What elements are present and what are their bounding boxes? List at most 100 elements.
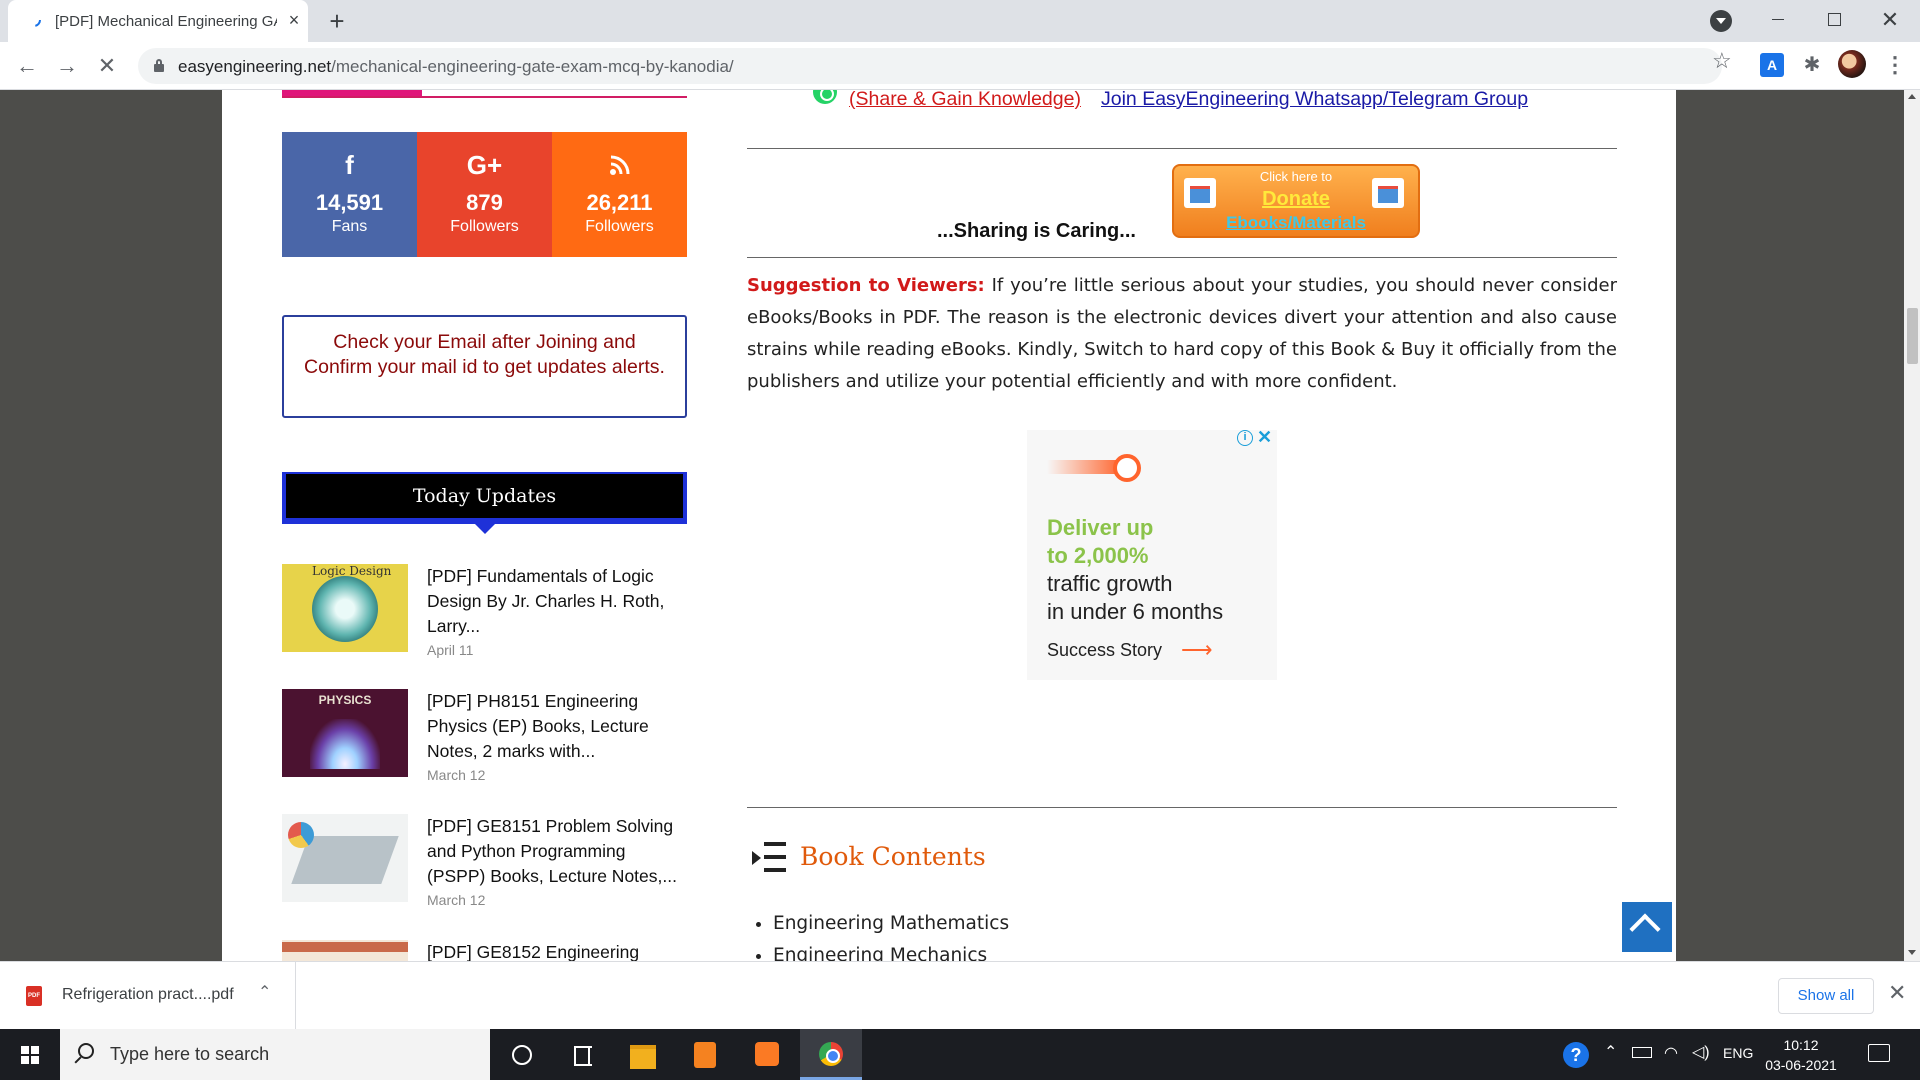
- sublime-text-icon[interactable]: [674, 1029, 736, 1080]
- chrome-icon[interactable]: [800, 1029, 862, 1080]
- rss-button[interactable]: 26,211 Followers: [552, 132, 687, 257]
- notification-icon[interactable]: [1868, 1044, 1890, 1062]
- post-title-link[interactable]: [PDF] Fundamentals of Logic Design By Jr…: [427, 564, 687, 639]
- start-button[interactable]: [0, 1029, 60, 1080]
- facebook-button[interactable]: f 14,591 Fans: [282, 132, 417, 257]
- divider: [747, 807, 1617, 808]
- post-title-link[interactable]: [PDF] GE8151 Problem Solving and Python …: [427, 814, 687, 889]
- post-thumbnail[interactable]: [282, 814, 408, 902]
- url-path: /mechanical-engineering-gate-exam-mcq-by…: [331, 57, 734, 76]
- extension-icon[interactable]: A: [1760, 53, 1784, 77]
- search-placeholder: Type here to search: [110, 1044, 270, 1064]
- browser-tab[interactable]: [PDF] Mechanical Engineering GATE Exam M…: [8, 0, 308, 42]
- post-thumbnail[interactable]: [282, 940, 408, 961]
- post-title-link[interactable]: [PDF] PH8151 Engineering Physics (EP) Bo…: [427, 689, 687, 764]
- cortana-icon[interactable]: [490, 1029, 552, 1080]
- list-item[interactable]: Logic Design [PDF] Fundamentals of Logic…: [282, 564, 687, 674]
- loading-icon: [27, 13, 41, 27]
- back-arrow-icon[interactable]: ←: [12, 51, 42, 81]
- windows-logo-icon: [21, 1046, 39, 1064]
- email-notice: Check your Email after Joining and Confi…: [282, 315, 687, 418]
- page-scrollbar[interactable]: [1904, 90, 1920, 961]
- ad-close-icon[interactable]: ✕: [1257, 427, 1272, 448]
- browser-toolbar: ← → ✕ easyengineering.net/mechanical-eng…: [0, 42, 1920, 90]
- post-date: March 12: [427, 892, 486, 908]
- ad-info-icon[interactable]: i: [1237, 430, 1253, 446]
- rss-count: 26,211: [586, 190, 653, 215]
- scroll-up-icon[interactable]: [1908, 94, 1916, 99]
- list-item[interactable]: [PDF] GE8151 Problem Solving and Python …: [282, 814, 687, 924]
- forward-arrow-icon[interactable]: →: [52, 51, 82, 81]
- help-icon[interactable]: ?: [1563, 1042, 1589, 1068]
- tab-title: [PDF] Mechanical Engineering GATE Exam M…: [55, 13, 277, 30]
- pdf-file-icon: PDF: [26, 986, 42, 1006]
- tab-search-icon[interactable]: [1710, 10, 1732, 32]
- volume-icon[interactable]: ◁): [1692, 1042, 1710, 1062]
- donate-button[interactable]: Click here to Donate Ebooks/Materials: [1172, 164, 1420, 238]
- wifi-icon[interactable]: ◠: [1664, 1043, 1678, 1063]
- url-text[interactable]: easyengineering.net/mechanical-engineeri…: [178, 57, 734, 77]
- facebook-label: Fans: [331, 218, 368, 235]
- book-contents-title: Book Contents: [800, 842, 986, 871]
- language-indicator[interactable]: ENG: [1723, 1045, 1753, 1061]
- list-item[interactable]: [PDF] GE8152 Engineering: [282, 940, 687, 961]
- search-icon: [78, 1043, 94, 1059]
- clock-date: 03-06-2021: [1765, 1057, 1837, 1073]
- file-explorer-icon[interactable]: [612, 1029, 674, 1080]
- tab-close-icon[interactable]: ×: [284, 10, 304, 30]
- profile-avatar[interactable]: [1838, 50, 1866, 78]
- taskbar-search[interactable]: Type here to search: [60, 1029, 490, 1080]
- new-tab-button[interactable]: +: [322, 6, 352, 36]
- whatsapp-icon: [813, 90, 837, 104]
- list-item[interactable]: PHYSICS [PDF] PH8151 Engineering Physics…: [282, 689, 687, 799]
- windows-taskbar: Type here to search ? ⌃ ◠ ◁) ENG 10:12 0…: [0, 1029, 1920, 1080]
- google-plus-button[interactable]: G+ 879 Followers: [417, 132, 552, 257]
- donate-sub-label: Ebooks/Materials: [1226, 213, 1366, 232]
- battery-icon[interactable]: [1632, 1047, 1652, 1058]
- google-plus-label: Followers: [450, 218, 519, 235]
- today-updates-title: Today Updates: [286, 474, 683, 518]
- advertisement[interactable]: i ✕ Deliver up to 2,000% traffic growth …: [1027, 427, 1277, 680]
- post-date: March 12: [427, 767, 486, 783]
- rss-icon: [552, 150, 687, 180]
- chevron-up-icon[interactable]: ⌃: [1604, 1042, 1617, 1062]
- ad-body: in under 6 months: [1047, 599, 1224, 624]
- divider: [747, 148, 1617, 149]
- system-clock[interactable]: 10:12 03-06-2021: [1760, 1035, 1842, 1075]
- menu-kebab-icon[interactable]: ⋮: [1884, 50, 1906, 80]
- post-thumbnail[interactable]: Logic Design: [282, 564, 408, 652]
- arrow-right-icon: ⟶: [1181, 637, 1213, 662]
- donate-label: Donate: [1262, 188, 1330, 210]
- minimize-button[interactable]: [1750, 0, 1806, 42]
- page-container: f 14,591 Fans G+ 879 Followers 26,211 Fo…: [222, 90, 1676, 961]
- close-window-button[interactable]: ✕: [1862, 0, 1918, 42]
- bookmark-star-icon[interactable]: ☆: [1712, 48, 1732, 74]
- chevron-up-icon[interactable]: ⌃: [258, 982, 271, 1002]
- share-link[interactable]: (Share & Gain Knowledge): [849, 90, 1081, 111]
- ad-cta-link[interactable]: Success Story: [1047, 640, 1162, 661]
- show-all-button[interactable]: Show all: [1778, 978, 1874, 1014]
- extensions-puzzle-icon[interactable]: ✱: [1800, 53, 1824, 77]
- join-group-link[interactable]: Join EasyEngineering Whatsapp/Telegram G…: [1101, 90, 1528, 111]
- thumbnail-label: PHYSICS: [318, 693, 372, 707]
- stop-loading-icon[interactable]: ✕: [92, 51, 122, 81]
- scroll-to-top-button[interactable]: [1622, 902, 1672, 952]
- scrollbar-thumb[interactable]: [1907, 308, 1918, 364]
- header-pointer: [475, 524, 495, 534]
- task-view-icon[interactable]: [552, 1029, 614, 1080]
- download-item[interactable]: PDF Refrigeration pract....pdf ⌃: [0, 962, 296, 1030]
- suggestion-label: Suggestion to Viewers:: [747, 275, 985, 296]
- page-viewport: f 14,591 Fans G+ 879 Followers 26,211 Fo…: [0, 90, 1904, 961]
- scroll-down-icon[interactable]: [1908, 950, 1916, 955]
- post-title-link[interactable]: [PDF] GE8152 Engineering: [427, 940, 687, 961]
- url-domain: easyengineering.net: [178, 57, 332, 76]
- maximize-button[interactable]: [1806, 0, 1862, 42]
- address-bar[interactable]: easyengineering.net/mechanical-engineeri…: [138, 48, 1722, 84]
- list-icon: [752, 842, 786, 872]
- today-updates-header: Today Updates: [282, 472, 687, 534]
- close-download-bar-icon[interactable]: ✕: [1888, 980, 1906, 1006]
- xampp-icon[interactable]: [736, 1029, 798, 1080]
- list-item: Engineering Mathematics: [773, 908, 1009, 940]
- post-thumbnail[interactable]: PHYSICS: [282, 689, 408, 777]
- download-bar: PDF Refrigeration pract....pdf ⌃ Show al…: [0, 961, 1920, 1030]
